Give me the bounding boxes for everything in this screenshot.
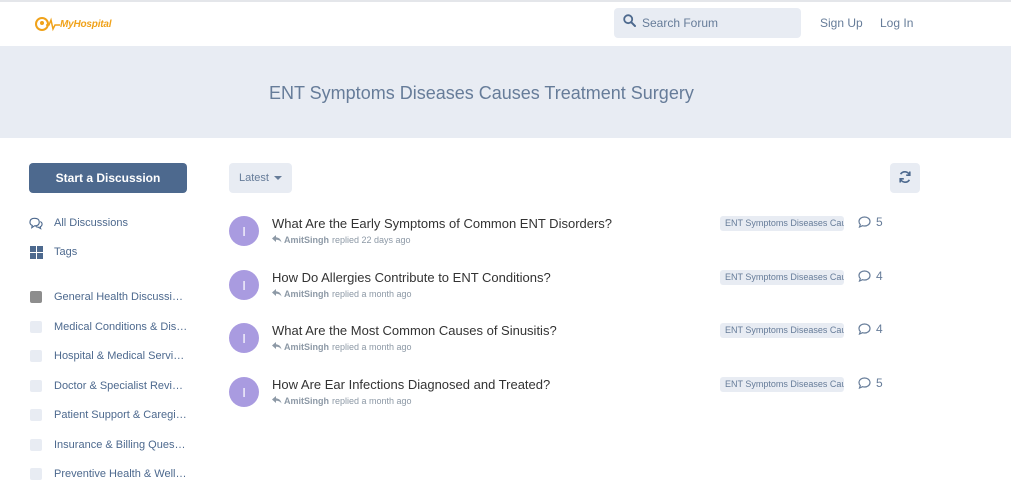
discussion-meta: AmitSingh replied a month ago	[272, 342, 412, 352]
discussion-row[interactable]: I What Are the Early Symptoms of Common …	[229, 215, 899, 256]
discussion-tag[interactable]: ENT Symptoms Diseases Causes	[720, 323, 844, 338]
sign-up-link[interactable]: Sign Up	[820, 16, 863, 30]
sidebar-item-label: All Discussions	[54, 217, 128, 229]
tag-color-icon	[29, 438, 43, 452]
hero-banner: ENT Symptoms Diseases Causes Treatment S…	[0, 46, 1011, 138]
reply-count-value: 4	[876, 269, 883, 283]
tag-color-icon	[29, 349, 43, 363]
grid-icon	[29, 245, 43, 259]
discussion-tag[interactable]: ENT Symptoms Diseases Causes	[720, 216, 844, 231]
reply-count-value: 4	[876, 322, 883, 336]
sidebar-tag-label: Hospital & Medical Services	[54, 350, 188, 362]
tag-color-icon	[29, 408, 43, 422]
reply-icon	[272, 235, 282, 245]
caret-down-icon	[273, 176, 282, 180]
sidebar-tag-label: General Health Discussions	[54, 291, 188, 303]
logo-heartbeat-icon	[34, 14, 60, 34]
discussion-row[interactable]: I What Are the Most Common Causes of Sin…	[229, 322, 899, 363]
comment-icon	[858, 270, 871, 282]
sidebar-item-tags[interactable]: Tags	[29, 245, 77, 259]
sidebar-tag-hospital-services[interactable]: Hospital & Medical Services	[29, 349, 188, 363]
reply-username[interactable]: AmitSingh	[284, 342, 329, 352]
discussion-meta: AmitSingh replied a month ago	[272, 289, 412, 299]
avatar[interactable]: I	[229, 216, 259, 246]
sidebar-tag-preventive-health[interactable]: Preventive Health & Wellness	[29, 467, 188, 480]
start-discussion-button[interactable]: Start a Discussion	[29, 163, 187, 193]
discussion-meta: AmitSingh replied 22 days ago	[272, 235, 411, 245]
reply-time: replied a month ago	[332, 342, 412, 352]
reply-count-value: 5	[876, 215, 883, 229]
discussion-tag[interactable]: ENT Symptoms Diseases Causes	[720, 377, 844, 392]
reply-time: replied a month ago	[332, 289, 412, 299]
tag-swatch	[30, 291, 42, 303]
discussion-tag[interactable]: ENT Symptoms Diseases Causes	[720, 270, 844, 285]
reply-username[interactable]: AmitSingh	[284, 289, 329, 299]
search-box[interactable]	[614, 8, 801, 38]
search-icon	[623, 14, 636, 32]
tag-swatch	[30, 468, 42, 480]
reply-username[interactable]: AmitSingh	[284, 396, 329, 406]
tag-swatch	[30, 439, 42, 451]
reply-icon	[272, 289, 282, 299]
reply-count: 4	[858, 269, 883, 283]
reply-count-value: 5	[876, 376, 883, 390]
discussion-meta: AmitSingh replied a month ago	[272, 396, 412, 406]
sidebar-tag-label: Patient Support & Caregivers	[54, 409, 188, 421]
discussion-row[interactable]: I How Are Ear Infections Diagnosed and T…	[229, 376, 899, 417]
discussion-title[interactable]: What Are the Most Common Causes of Sinus…	[272, 323, 557, 338]
tag-swatch	[30, 321, 42, 333]
sidebar-tag-label: Insurance & Billing Questions	[54, 439, 188, 451]
discussion-title[interactable]: How Are Ear Infections Diagnosed and Tre…	[272, 377, 550, 392]
sidebar-tag-medical-conditions[interactable]: Medical Conditions & Diseases	[29, 320, 188, 334]
sidebar-tag-label: Doctor & Specialist Reviews	[54, 380, 188, 392]
reply-icon	[272, 396, 282, 406]
reply-icon	[272, 342, 282, 352]
comment-icon	[858, 377, 871, 389]
comment-icon	[858, 216, 871, 228]
avatar[interactable]: I	[229, 377, 259, 407]
logo-text: MyHospital	[60, 18, 112, 30]
sidebar-tag-label: Preventive Health & Wellness	[54, 468, 188, 480]
tag-color-icon	[29, 320, 43, 334]
sort-dropdown[interactable]: Latest	[229, 163, 292, 193]
sidebar-tag-general-health[interactable]: General Health Discussions	[29, 290, 188, 304]
sidebar-item-label: Tags	[54, 246, 78, 258]
tag-swatch	[30, 409, 42, 421]
reply-count: 5	[858, 376, 883, 390]
avatar[interactable]: I	[229, 270, 259, 300]
tag-color-icon	[29, 467, 43, 480]
sidebar-tag-insurance-billing[interactable]: Insurance & Billing Questions	[29, 438, 188, 452]
refresh-icon	[898, 170, 912, 187]
header: MyHospital Sign Up Log In	[0, 2, 1011, 46]
tag-color-icon	[29, 290, 43, 304]
sidebar-tag-patient-support[interactable]: Patient Support & Caregivers	[29, 408, 188, 422]
logo[interactable]: MyHospital	[34, 14, 112, 34]
reply-username[interactable]: AmitSingh	[284, 235, 329, 245]
sidebar-tag-doctor-reviews[interactable]: Doctor & Specialist Reviews	[29, 379, 188, 393]
sidebar-item-all-discussions[interactable]: All Discussions	[29, 216, 128, 230]
comment-icon	[858, 323, 871, 335]
avatar[interactable]: I	[229, 323, 259, 353]
reply-time: replied a month ago	[332, 396, 412, 406]
tag-swatch	[30, 350, 42, 362]
refresh-button[interactable]	[890, 163, 920, 193]
reply-count: 5	[858, 215, 883, 229]
sidebar-tag-label: Medical Conditions & Diseases	[54, 321, 188, 333]
page-title: ENT Symptoms Diseases Causes Treatment S…	[269, 83, 694, 103]
sort-label: Latest	[239, 172, 269, 184]
reply-time: replied 22 days ago	[332, 235, 411, 245]
tag-color-icon	[29, 379, 43, 393]
search-input[interactable]	[642, 16, 792, 30]
comments-icon	[29, 216, 43, 230]
discussion-title[interactable]: How Do Allergies Contribute to ENT Condi…	[272, 270, 551, 285]
log-in-link[interactable]: Log In	[880, 16, 913, 30]
discussion-row[interactable]: I How Do Allergies Contribute to ENT Con…	[229, 269, 899, 310]
reply-count: 4	[858, 322, 883, 336]
discussion-title[interactable]: What Are the Early Symptoms of Common EN…	[272, 216, 612, 231]
tag-swatch	[30, 380, 42, 392]
